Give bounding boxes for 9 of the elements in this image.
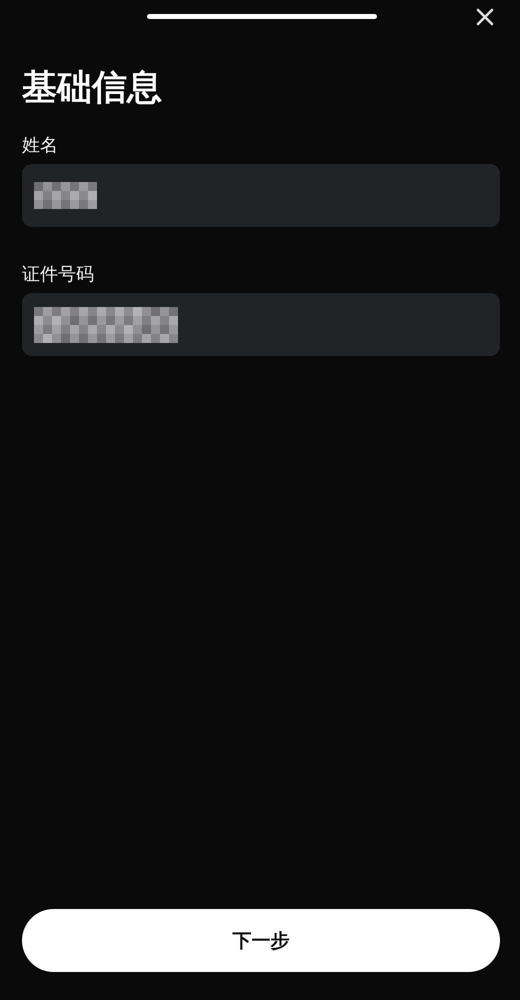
input-field[interactable]: [22, 164, 500, 227]
close-icon: [476, 8, 494, 26]
input-field[interactable]: [22, 293, 500, 356]
field-label: 证件号码: [22, 263, 95, 287]
field-label: 姓名: [22, 134, 59, 158]
drag-handle[interactable]: [147, 14, 377, 18]
page-title: 基础信息: [22, 67, 163, 110]
next-button[interactable]: 下一步: [22, 909, 500, 972]
redacted-text-drawing: [34, 182, 97, 209]
